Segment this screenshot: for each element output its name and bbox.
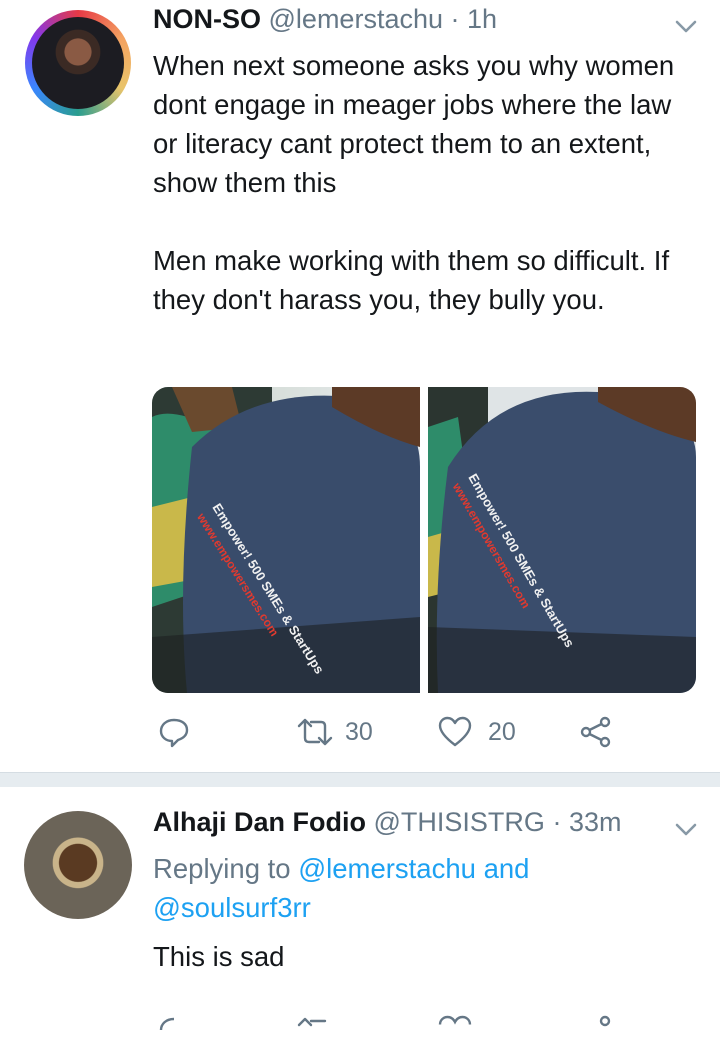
like-button[interactable] <box>438 1015 472 1047</box>
reply-icon <box>159 718 189 748</box>
reply-icon <box>159 1017 175 1031</box>
share-icon <box>580 716 611 748</box>
tweet-photo[interactable]: Empower! 500 SMEs & StartUps www.empower… <box>428 387 696 693</box>
author-name[interactable]: Alhaji Dan Fodio <box>153 807 366 837</box>
author-handle[interactable]: @lemerstachu <box>269 4 443 34</box>
replying-and[interactable]: and <box>484 853 530 884</box>
separator: · <box>450 4 460 34</box>
replying-to: Replying to @lemerstachu and @soulsurf3r… <box>153 849 673 927</box>
share-button[interactable] <box>580 716 612 748</box>
author-handle[interactable]: @THISISTRG <box>374 807 545 837</box>
chevron-down-icon[interactable] <box>674 14 698 38</box>
separator: · <box>552 807 562 837</box>
replying-prefix: Replying to <box>153 853 291 884</box>
retweet-button[interactable]: 30 <box>297 716 373 748</box>
share-icon <box>599 1015 611 1027</box>
author-name[interactable]: NON-SO <box>153 4 261 34</box>
retweet-icon <box>297 1017 327 1027</box>
retweet-count: 30 <box>345 717 373 746</box>
tweet-paragraph: Men make working with them so difficult.… <box>153 245 670 315</box>
like-count: 20 <box>488 717 516 746</box>
like-button[interactable]: 20 <box>438 716 516 748</box>
reply-button[interactable] <box>158 716 190 748</box>
share-button[interactable] <box>580 1015 612 1047</box>
mention-link[interactable]: @lemerstachu <box>298 853 476 884</box>
timestamp[interactable]: 1h <box>467 4 497 34</box>
tweet-divider <box>0 772 720 787</box>
tweet-header: NON-SO @lemerstachu · 1h <box>153 4 497 35</box>
timestamp[interactable]: 33m <box>569 807 622 837</box>
retweet-button[interactable] <box>297 1015 333 1047</box>
tweet-actions: 30 20 <box>0 714 720 754</box>
retweet-icon <box>297 718 333 746</box>
avatar[interactable] <box>25 10 131 116</box>
tweet-paragraph: When next someone asks you why women don… <box>153 50 675 198</box>
tweet-text: When next someone asks you why women don… <box>153 46 693 319</box>
like-icon <box>438 716 472 747</box>
tweet-photo[interactable]: Empower! 500 SMEs & StartUps www.empower… <box>152 387 420 693</box>
reply-button[interactable] <box>158 1015 190 1047</box>
like-icon <box>438 1015 472 1025</box>
tweet-text: This is sad <box>153 941 285 972</box>
tweet[interactable]: Alhaji Dan Fodio @THISISTRG · 33m Replyi… <box>0 787 720 1031</box>
avatar[interactable] <box>24 811 132 919</box>
chevron-down-icon[interactable] <box>674 817 698 841</box>
tweet-header: Alhaji Dan Fodio @THISISTRG · 33m <box>153 807 622 838</box>
mention-link[interactable]: @soulsurf3rr <box>153 892 311 923</box>
tweet-actions <box>0 1015 720 1055</box>
tweet[interactable]: NON-SO @lemerstachu · 1h When next someo… <box>0 0 720 772</box>
